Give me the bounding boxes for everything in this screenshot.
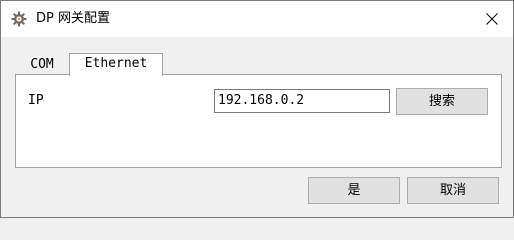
search-button[interactable]: 搜索 xyxy=(396,88,488,115)
tab-ethernet[interactable]: Ethernet xyxy=(69,53,163,76)
cancel-button[interactable]: 取消 xyxy=(407,177,499,204)
ip-label: IP xyxy=(28,93,44,108)
close-icon xyxy=(486,13,498,25)
yes-button[interactable]: 是 xyxy=(308,177,400,204)
dialog-window: DP 网关配置 COM Ethernet IP 192.168.0.2 搜索 是… xyxy=(0,0,514,218)
ip-address-input[interactable]: 192.168.0.2 xyxy=(214,89,390,113)
window-title: DP 网关配置 xyxy=(36,11,110,26)
close-button[interactable] xyxy=(471,1,513,37)
tab-com[interactable]: COM xyxy=(16,56,68,75)
title-bar[interactable]: DP 网关配置 xyxy=(1,1,513,37)
gear-icon xyxy=(11,11,27,27)
